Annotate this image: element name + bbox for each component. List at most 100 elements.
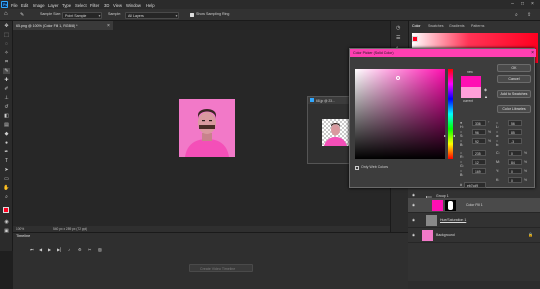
floating-window-title: 68.jp @ 23...: [316, 98, 335, 103]
blur-tool-icon[interactable]: ◆: [3, 131, 10, 137]
cancel-button[interactable]: Cancel: [497, 75, 531, 83]
current-color-swatch[interactable]: [461, 87, 481, 98]
eyedropper-tool-icon[interactable]: ✎: [3, 68, 10, 74]
home-icon[interactable]: ⌂: [4, 11, 8, 17]
close-icon[interactable]: ×: [530, 2, 535, 7]
menu-help[interactable]: Help: [146, 3, 155, 8]
pen-tool-icon[interactable]: ✒: [3, 149, 10, 155]
document-tab-title: 65.png @ 100% (Color Fill 1, RGB/8) *: [16, 23, 78, 28]
sample-select[interactable]: All Layers ▾: [125, 11, 179, 19]
menu-file[interactable]: File: [11, 3, 18, 8]
screen-mode-icon[interactable]: ▣: [3, 228, 10, 234]
dialog-title: Color Picker (Solid Color): [353, 51, 394, 56]
document-image[interactable]: [179, 99, 235, 157]
sample-size-select[interactable]: Point Sample ▾: [62, 11, 102, 19]
menu-image[interactable]: Image: [33, 3, 45, 8]
ok-button[interactable]: OK: [497, 64, 531, 72]
eyedropper-tool-icon[interactable]: ✎: [20, 12, 24, 18]
layer-name: Color Fill 1: [466, 203, 483, 207]
dialog-titlebar[interactable]: Color Picker (Solid Color) ×: [350, 49, 536, 57]
timeline-tab[interactable]: Timeline: [16, 234, 30, 242]
play-icon[interactable]: ▶: [48, 247, 51, 252]
split-icon[interactable]: ✂: [88, 247, 91, 252]
marquee-tool-icon[interactable]: ⬚: [3, 32, 10, 38]
menu-view[interactable]: View: [113, 3, 122, 8]
brush-tool-icon[interactable]: ✐: [3, 86, 10, 92]
show-sampling-ring-checkbox[interactable]: [190, 13, 194, 17]
create-video-timeline-button[interactable]: Create Video Timeline: [189, 264, 253, 272]
floating-thumbnail: [322, 119, 349, 146]
menu-window[interactable]: Window: [126, 3, 141, 8]
menu-layer[interactable]: Layer: [48, 3, 58, 8]
background-thumbnail: [422, 230, 433, 241]
sample-label: Sample:: [108, 12, 122, 16]
eye-icon[interactable]: ◉: [412, 218, 415, 222]
prev-frame-icon[interactable]: ◀: [39, 247, 42, 252]
gradient-tool-icon[interactable]: ▤: [3, 122, 10, 128]
eye-icon[interactable]: ◉: [412, 233, 415, 237]
color-libraries-button[interactable]: Color Libraries: [497, 105, 531, 113]
next-frame-icon[interactable]: ▶▏: [57, 247, 63, 252]
move-tool-icon[interactable]: ✥: [3, 23, 10, 29]
sample-size-label: Sample Size:: [40, 12, 62, 16]
properties-icon[interactable]: ☰: [396, 35, 400, 41]
close-tab-icon[interactable]: ×: [107, 23, 110, 29]
hue-slider[interactable]: [448, 69, 453, 159]
hand-tool-icon[interactable]: ✋: [3, 185, 10, 191]
eye-icon[interactable]: ◉: [412, 203, 415, 207]
tab-patterns[interactable]: Patterns: [471, 24, 484, 28]
eraser-tool-icon[interactable]: ◧: [3, 113, 10, 119]
tools-panel: ✥ ⬚ ◌ ✧ ⌗ ✎ ✚ ✐ ⊥ ↺ ◧ ▤ ◆ ● ✒ T ➤ ▭ ✋ ⌕ …: [0, 21, 13, 251]
share-icon[interactable]: ⇪: [527, 12, 531, 18]
rectangle-tool-icon[interactable]: ▭: [3, 176, 10, 182]
tab-swatches[interactable]: Swatches: [428, 24, 444, 28]
zoom-level[interactable]: 100%: [16, 227, 24, 231]
healing-brush-tool-icon[interactable]: ✚: [3, 77, 10, 83]
web-safe-icon[interactable]: ◈: [484, 87, 487, 92]
lasso-tool-icon[interactable]: ◌: [3, 41, 10, 47]
gamut-warning-icon[interactable]: ▲: [484, 94, 488, 99]
panel-foreground-swatch[interactable]: [412, 36, 418, 42]
eye-icon[interactable]: ◉: [412, 193, 415, 197]
layer-row[interactable]: ◉ Hue/Saturation 1: [408, 213, 540, 228]
history-brush-tool-icon[interactable]: ↺: [3, 104, 10, 110]
current-label: current: [463, 99, 473, 103]
floating-window-titlebar[interactable]: 68.jp @ 23...: [308, 97, 354, 104]
layer-row-selected[interactable]: ◉ Color Fill 1: [408, 198, 540, 213]
quick-mask-icon[interactable]: ◉: [3, 219, 10, 225]
clone-stamp-tool-icon[interactable]: ⊥: [3, 95, 10, 101]
color-field[interactable]: [355, 69, 445, 159]
transition-icon[interactable]: ▨: [98, 247, 102, 252]
menu-3d[interactable]: 3D: [104, 3, 109, 8]
hue-marker-right-icon: ◂: [453, 133, 456, 138]
history-icon[interactable]: ◷: [396, 25, 400, 31]
color-field-marker: [396, 76, 400, 80]
hue-marker-left-icon: ▸: [444, 133, 447, 138]
floating-document-window[interactable]: 68.jp @ 23...: [307, 96, 354, 164]
document-tab[interactable]: 65.png @ 100% (Color Fill 1, RGB/8) * ×: [13, 21, 113, 30]
menu-select[interactable]: Select: [75, 3, 87, 8]
search-icon[interactable]: ⌕: [515, 12, 518, 18]
menu-edit[interactable]: Edit: [21, 3, 28, 8]
menu-bar: Ps File Edit Image Layer Type Select Fil…: [0, 0, 540, 9]
path-select-tool-icon[interactable]: ➤: [3, 167, 10, 173]
dodge-tool-icon[interactable]: ●: [3, 140, 10, 146]
audio-icon[interactable]: ♪: [68, 247, 70, 252]
maximize-icon[interactable]: □: [520, 2, 525, 7]
settings-icon[interactable]: ⚙: [78, 247, 82, 252]
first-frame-icon[interactable]: ⏮: [30, 247, 34, 252]
type-tool-icon[interactable]: T: [3, 158, 10, 164]
add-to-swatches-button[interactable]: Add to Swatches: [497, 90, 531, 98]
tab-gradients[interactable]: Gradients: [449, 24, 465, 28]
menu-type[interactable]: Type: [62, 3, 71, 8]
foreground-color-swatch[interactable]: [3, 207, 9, 213]
zoom-tool-icon[interactable]: ⌕: [3, 194, 10, 200]
layer-row[interactable]: ◉ Background 🔒: [408, 228, 540, 243]
quick-select-tool-icon[interactable]: ✧: [3, 50, 10, 56]
chevron-down-icon: ▾: [175, 14, 177, 18]
crop-tool-icon[interactable]: ⌗: [3, 59, 10, 65]
minimize-icon[interactable]: –: [510, 2, 515, 7]
close-icon[interactable]: ×: [531, 50, 534, 56]
menu-filter[interactable]: Filter: [90, 3, 99, 8]
tab-color[interactable]: Color: [412, 24, 421, 28]
